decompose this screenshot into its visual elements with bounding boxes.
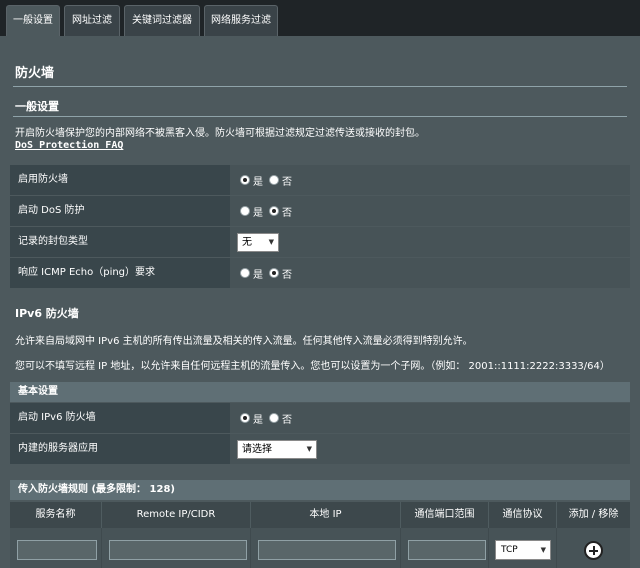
dos-protection-no-radio[interactable] xyxy=(269,206,279,216)
radio-no-label: 否 xyxy=(282,414,292,426)
ipv6-heading: IPv6 防火墙 xyxy=(15,307,79,320)
ipv6-firewall-no-radio[interactable] xyxy=(269,413,279,423)
basic-settings-bar: 基本设置 xyxy=(10,382,630,402)
port-range-input[interactable] xyxy=(408,540,486,560)
enable-ipv6-firewall-label: 启动 IPv6 防火墙 xyxy=(10,403,230,433)
chevron-down-icon: ▼ xyxy=(268,238,274,246)
radio-yes-label: 是 xyxy=(253,414,263,426)
icmp-echo-no-radio[interactable] xyxy=(269,268,279,278)
ipv6-description-1: 允许来自局域网中 IPv6 主机的所有传出流量及相关的传入流量。任何其他传入流量… xyxy=(15,336,473,347)
enable-ipv6-firewall-row: 启动 IPv6 防火墙 是 否 xyxy=(10,403,630,433)
rules-table-header: 服务名称 Remote IP/CIDR 本地 IP 通信端口范围 通信协议 添加… xyxy=(10,502,630,528)
inbound-rules-bar: 传入防火墙规则 (最多限制： 128) xyxy=(10,480,630,500)
tab-keyword-filter[interactable]: 关键词过滤器 xyxy=(124,5,200,36)
general-description: 开启防火墙保护您的内部网络不被黑客入侵。防火墙可根据过滤规定过滤传送或接收的封包… xyxy=(15,128,425,139)
general-heading: 一般设置 xyxy=(15,100,59,113)
radio-no-label: 否 xyxy=(282,176,292,188)
firewall-panel: 防火墙 一般设置 开启防火墙保护您的内部网络不被黑客入侵。防火墙可根据过滤规定过… xyxy=(0,36,640,568)
enable-firewall-yes-radio[interactable] xyxy=(240,175,250,185)
log-packet-type-row: 记录的封包类型 无 ▼ xyxy=(10,227,630,257)
tab-general[interactable]: 一般设置 xyxy=(6,5,60,36)
remote-ip-input[interactable] xyxy=(109,540,247,560)
log-packet-type-select[interactable]: 无 ▼ xyxy=(237,233,279,252)
dos-protection-row: 启动 DoS 防护 是 否 xyxy=(10,196,630,226)
tab-url-filter[interactable]: 网址过滤 xyxy=(64,5,120,36)
builtin-server-app-row: 内建的服务器应用 请选择 ▼ xyxy=(10,434,630,464)
dos-protection-label: 启动 DoS 防护 xyxy=(10,196,230,226)
radio-yes-label: 是 xyxy=(253,269,263,281)
enable-firewall-no-radio[interactable] xyxy=(269,175,279,185)
enable-firewall-row: 启用防火墙 是 否 xyxy=(10,165,630,195)
protocol-select[interactable]: TCP ▼ xyxy=(495,540,551,560)
log-packet-type-label: 记录的封包类型 xyxy=(10,227,230,257)
ipv6-description-2: 您可以不填写远程 IP 地址，以允许来自任何远程主机的流量传入。您也可以设置为一… xyxy=(15,361,610,372)
radio-yes-label: 是 xyxy=(253,176,263,188)
radio-no-label: 否 xyxy=(282,269,292,281)
icmp-echo-row: 响应 ICMP Echo（ping）要求 是 否 xyxy=(10,258,630,288)
dos-protection-yes-radio[interactable] xyxy=(240,206,250,216)
col-protocol: 通信协议 xyxy=(489,502,557,528)
col-local-ip: 本地 IP xyxy=(251,502,401,528)
builtin-server-app-label: 内建的服务器应用 xyxy=(10,434,230,464)
dos-faq-link[interactable]: DoS Protection FAQ xyxy=(15,140,123,151)
add-circle-icon[interactable] xyxy=(584,541,603,560)
general-divider xyxy=(13,116,627,117)
radio-yes-label: 是 xyxy=(253,207,263,219)
title-divider xyxy=(13,86,627,87)
col-add-remove: 添加 / 移除 xyxy=(568,509,619,520)
tab-network-service-filter[interactable]: 网络服务过滤 xyxy=(204,5,278,36)
col-port-range: 通信端口范围 xyxy=(401,502,489,528)
builtin-server-app-value: 请选择 xyxy=(242,444,272,455)
enable-firewall-label: 启用防火墙 xyxy=(10,165,230,195)
builtin-server-app-select[interactable]: 请选择 ▼ xyxy=(237,440,317,459)
chevron-down-icon: ▼ xyxy=(540,546,546,554)
tab-bar: 一般设置 网址过滤 关键词过滤器 网络服务过滤 xyxy=(0,0,640,36)
icmp-echo-label: 响应 ICMP Echo（ping）要求 xyxy=(10,258,230,288)
page-title: 防火墙 xyxy=(15,66,55,81)
radio-no-label: 否 xyxy=(282,207,292,219)
protocol-value: TCP xyxy=(501,545,518,555)
log-packet-type-value: 无 xyxy=(242,237,252,248)
col-service-name: 服务名称 xyxy=(10,502,102,528)
service-name-input[interactable] xyxy=(17,540,97,560)
chevron-down-icon: ▼ xyxy=(306,445,312,453)
rule-input-row: TCP ▼ xyxy=(10,528,630,568)
icmp-echo-yes-radio[interactable] xyxy=(240,268,250,278)
col-remote-ip: Remote IP/CIDR xyxy=(102,502,251,528)
ipv6-firewall-yes-radio[interactable] xyxy=(240,413,250,423)
local-ip-input[interactable] xyxy=(258,540,396,560)
